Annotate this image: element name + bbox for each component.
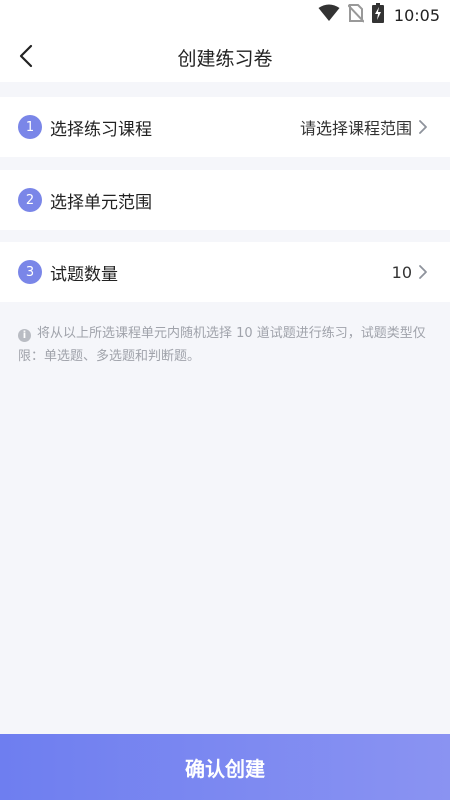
info-note: i 将从以上所选课程单元内随机选择 10 道试题进行练习，试题类型仅限：单选题、多… [18,322,432,368]
confirm-create-button[interactable]: 确认创建 [0,734,450,800]
question-count-label: 试题数量 [50,264,118,285]
status-bar: 10:05 [0,0,450,30]
info-note-text: 将从以上所选课程单元内随机选择 10 道试题进行练习，试题类型仅限：单选题、多选… [18,326,426,364]
select-unit-row[interactable]: 2 选择单元范围 [0,170,450,230]
step-number-badge: 2 [18,188,42,212]
nav-bar: 创建练习卷 [0,30,450,82]
status-icons: 10:05 [318,3,440,27]
no-sim-icon [347,3,365,27]
battery-charging-icon [371,3,384,27]
info-icon: i [18,329,31,342]
chevron-right-icon [418,120,432,134]
question-count-row[interactable]: 3 试题数量 10 [0,242,450,302]
select-course-label: 选择练习课程 [50,119,152,140]
step-number-badge: 1 [18,115,42,139]
select-course-row[interactable]: 1 选择练习课程 请选择课程范围 [0,97,450,157]
step-number-badge: 3 [18,260,42,284]
chevron-right-icon [418,265,432,279]
question-count-value: 10 [391,262,412,282]
status-time: 10:05 [393,5,440,25]
page-title: 创建练习卷 [177,48,273,70]
select-unit-label: 选择单元范围 [50,192,152,213]
course-range-value: 请选择课程范围 [299,119,412,138]
wifi-icon [318,4,340,26]
